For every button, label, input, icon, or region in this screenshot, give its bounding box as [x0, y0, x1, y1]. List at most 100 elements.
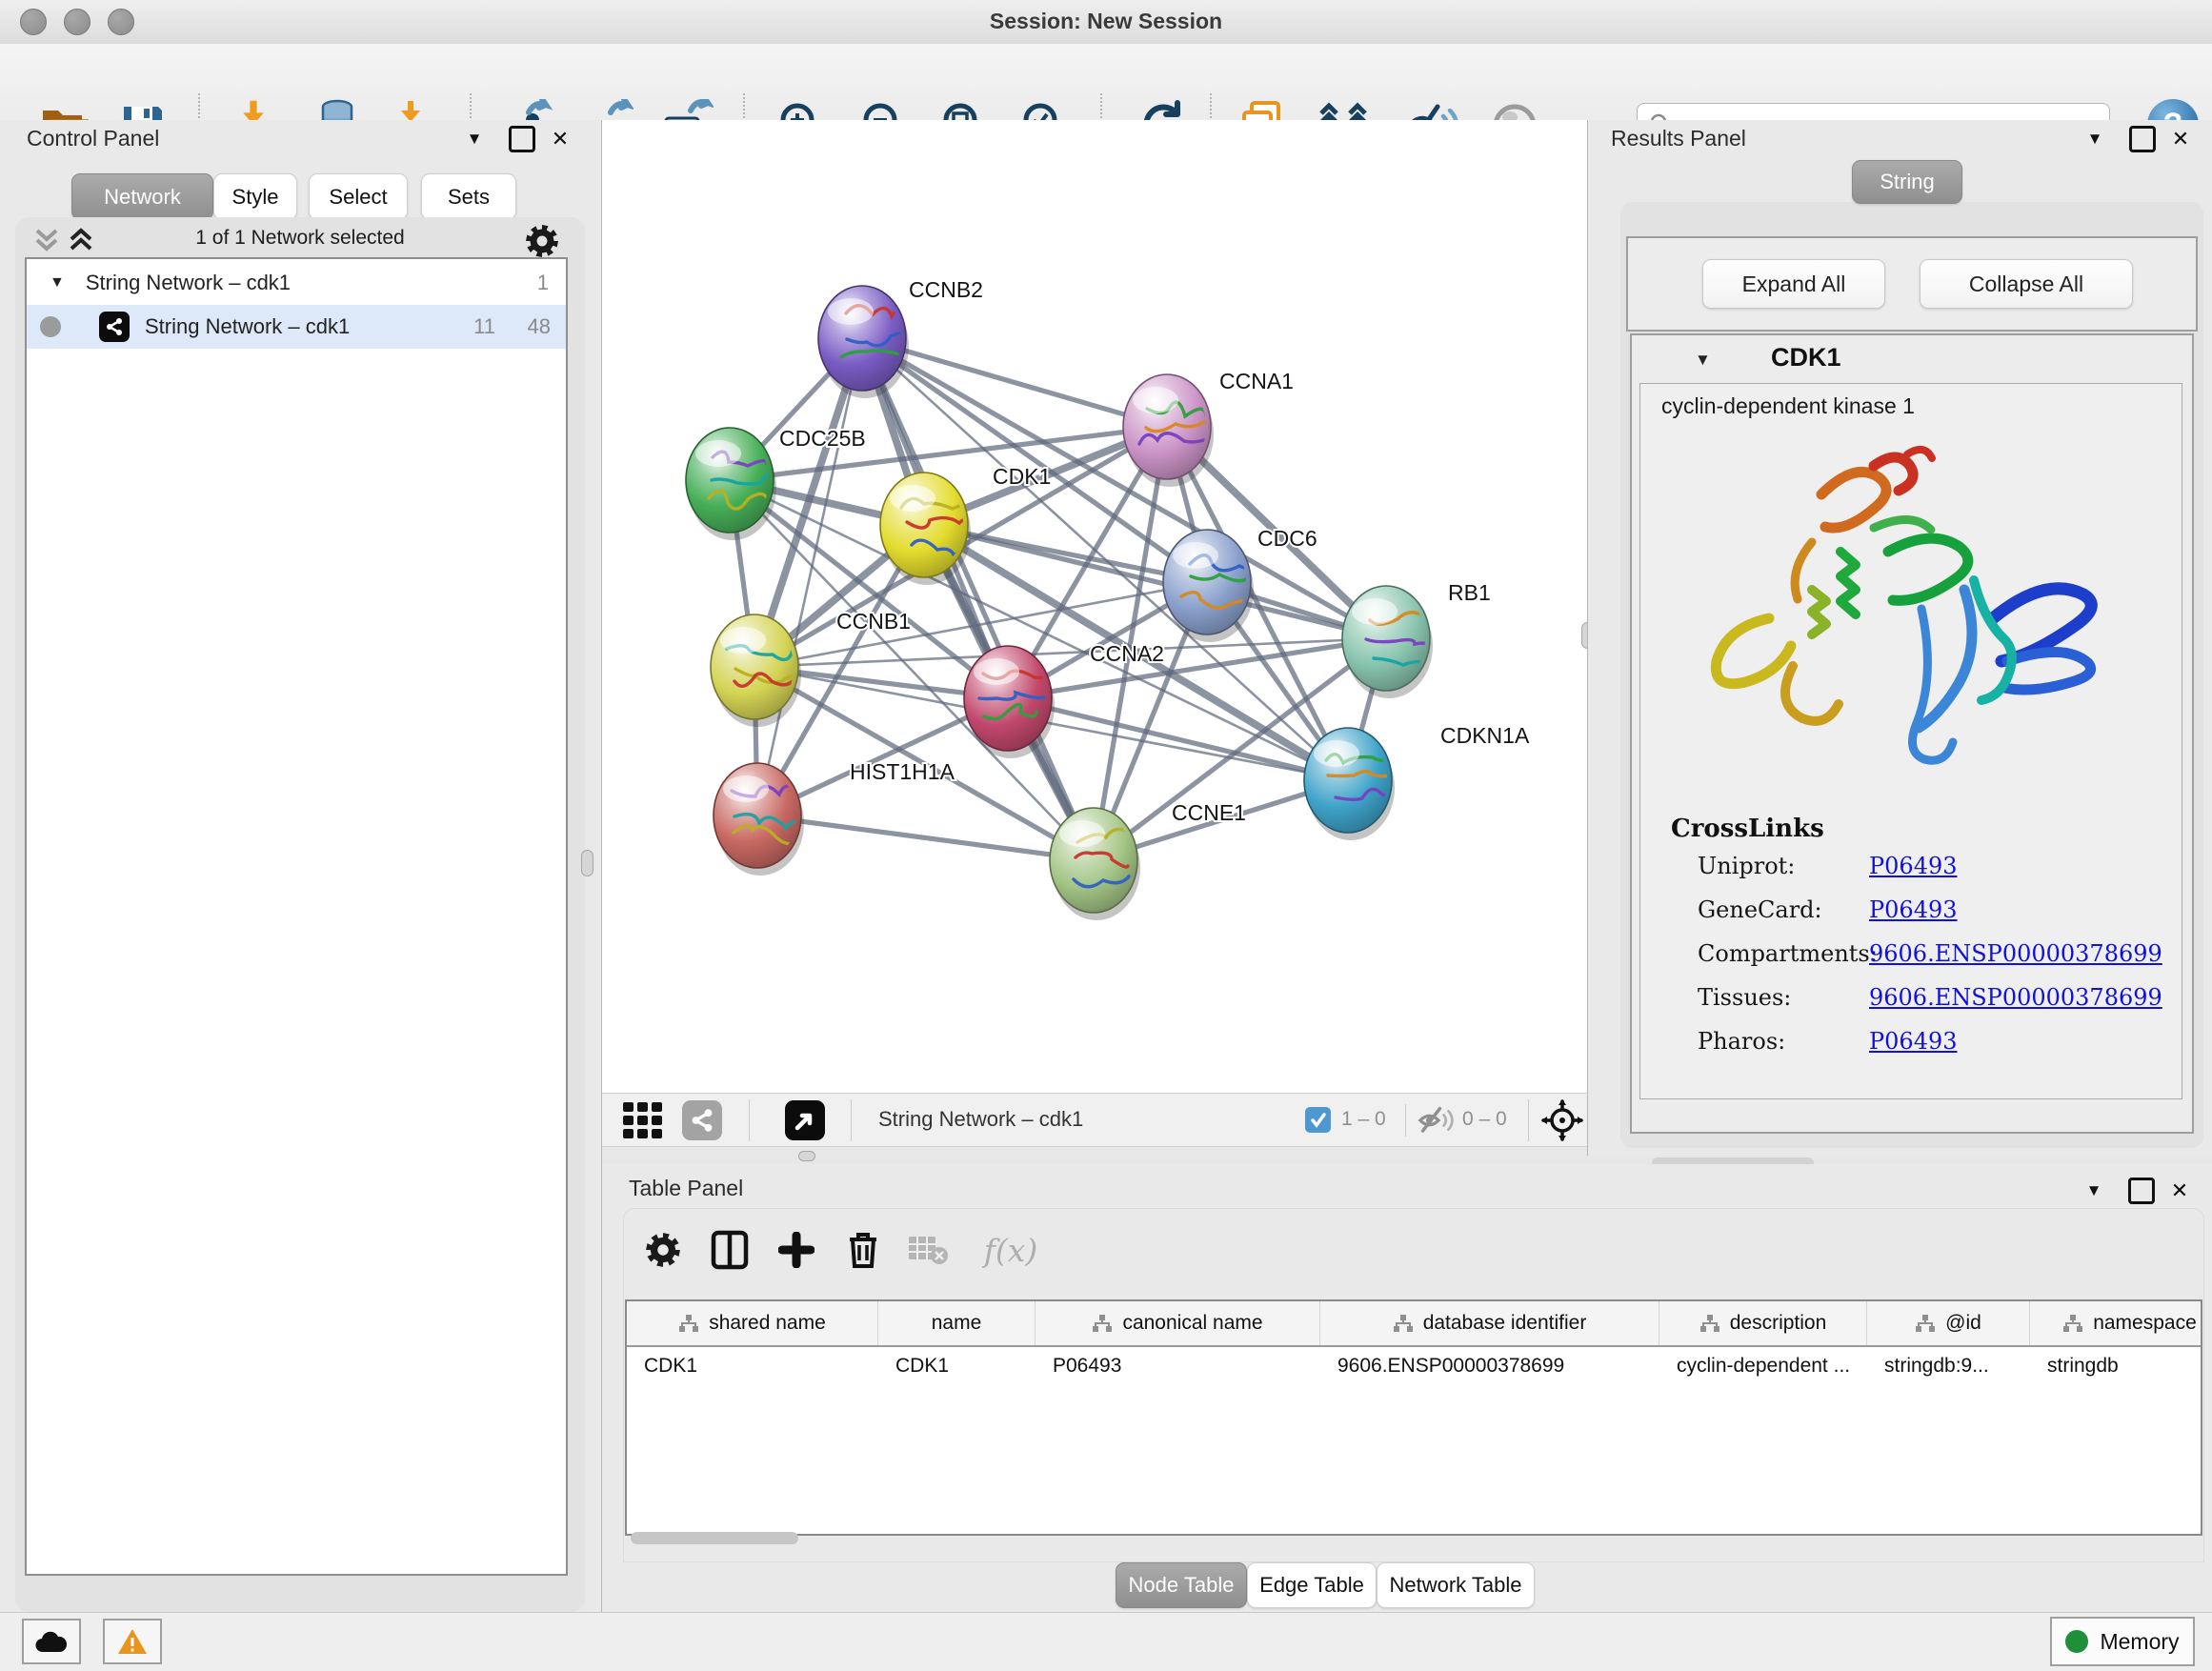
panel-menu-icon[interactable]: ▼: [455, 120, 493, 158]
node-label: CCNB1: [836, 609, 911, 634]
tab-network-table[interactable]: Network Table: [1377, 1562, 1535, 1608]
crosslink-label: GeneCard:: [1698, 896, 1822, 923]
table-cell[interactable]: 9606.ENSP00000378699: [1320, 1345, 1659, 1387]
table-cell[interactable]: cyclin-dependent ...: [1659, 1345, 1867, 1387]
table-cell[interactable]: P06493: [1036, 1345, 1320, 1387]
node-label: CDKN1A: [1440, 723, 1530, 748]
network-node-ccnb1[interactable]: CCNB1: [711, 609, 911, 727]
selected-nodes-checkbox-icon[interactable]: [1305, 1107, 1331, 1133]
tab-select[interactable]: Select: [309, 173, 408, 220]
float-panel-icon[interactable]: [503, 120, 541, 158]
network-row-selected[interactable]: String Network – cdk1 11 48: [27, 305, 566, 349]
network-options-gear-icon[interactable]: [524, 223, 560, 259]
network-collection-row[interactable]: ▼ String Network – cdk1 1: [27, 261, 566, 305]
column-header-namespace[interactable]: namespace: [2030, 1301, 2202, 1345]
gene-description: cyclin-dependent kinase 1: [1661, 393, 1915, 419]
column-header-description[interactable]: description: [1659, 1301, 1867, 1345]
network-node-cdkn1a[interactable]: CDKN1A: [1304, 723, 1530, 840]
table-hscrollbar-thumb[interactable]: [631, 1532, 798, 1544]
column-header-canonical-name[interactable]: canonical name: [1036, 1301, 1320, 1345]
network-node-hist1h1a[interactable]: HIST1H1A: [714, 759, 955, 876]
collapse-all-button[interactable]: Collapse All: [1920, 259, 2133, 309]
crosslink-row: Pharos: P06493: [1698, 1028, 2174, 1072]
network-node-rb1[interactable]: RB1: [1342, 580, 1491, 698]
column-type-icon: [1699, 1314, 1720, 1333]
column-label: shared name: [709, 1312, 826, 1335]
collection-expander-icon[interactable]: ▼: [50, 274, 65, 292]
panel-menu-icon[interactable]: ▼: [2075, 1172, 2113, 1210]
network-canvas[interactable]: CCNB2CCNA1CDC25BCDK1CDC6RB1CCNB1CCNA2CDK…: [602, 120, 1587, 1093]
table-cell[interactable]: stringdb:9...: [1867, 1345, 2030, 1387]
hidden-elements-icon[interactable]: [1418, 1105, 1456, 1136]
control-panel-title: Control Panel: [27, 126, 159, 151]
crosslink-link[interactable]: P06493: [1869, 853, 1958, 879]
tab-node-table[interactable]: Node Table: [1116, 1562, 1247, 1608]
column-header--id[interactable]: @id: [1867, 1301, 2030, 1345]
tab-edge-table[interactable]: Edge Table: [1247, 1562, 1377, 1608]
crosslink-link[interactable]: P06493: [1869, 1028, 1958, 1055]
crosslink-link[interactable]: P06493: [1869, 896, 1958, 923]
grid-view-icon[interactable]: [621, 1100, 665, 1140]
birds-eye-view-icon[interactable]: [1541, 1099, 1583, 1141]
results-panel-title: Results Panel: [1611, 126, 1746, 151]
delete-column-icon[interactable]: [836, 1223, 890, 1277]
toolbar-separator: [1405, 1104, 1406, 1137]
column-header-name[interactable]: name: [878, 1301, 1036, 1345]
panel-menu-icon[interactable]: ▼: [2076, 120, 2114, 158]
crosslink-link[interactable]: 9606.ENSP00000378699: [1869, 940, 2162, 967]
table-cell[interactable]: stringdb: [2030, 1345, 2202, 1387]
collapse-gene-icon[interactable]: ▼: [1695, 351, 1711, 370]
title-bar: Session: New Session: [0, 0, 2212, 45]
cloud-status-icon[interactable]: [22, 1619, 81, 1664]
network-node-cdc25b[interactable]: CDC25B: [686, 426, 866, 540]
network-status-dot-icon: [40, 316, 61, 337]
delete-table-icon[interactable]: [901, 1223, 955, 1277]
close-panel-icon[interactable]: ✕: [541, 120, 579, 158]
memory-ok-icon: [2065, 1630, 2088, 1653]
show-columns-icon[interactable]: [703, 1223, 756, 1277]
network-edge[interactable]: [757, 815, 1094, 860]
expand-all-button[interactable]: Expand All: [1702, 259, 1885, 309]
splitter-handle[interactable]: [798, 1151, 815, 1161]
table-panel: Table Panel ▼ ✕: [602, 1164, 2212, 1612]
gene-header[interactable]: ▼ CDK1: [1632, 335, 2192, 383]
node-label: CCNE1: [1172, 800, 1246, 825]
network-view-toolbar: String Network – cdk1 1 – 0 0 – 0: [602, 1093, 1587, 1147]
network-type-icon[interactable]: [682, 1100, 722, 1140]
node-label: CDK1: [993, 464, 1051, 489]
create-column-icon[interactable]: [770, 1223, 823, 1277]
tab-string[interactable]: String: [1852, 160, 1962, 204]
column-label: canonical name: [1122, 1312, 1262, 1335]
column-label: database identifier: [1423, 1312, 1587, 1335]
tab-sets[interactable]: Sets: [421, 173, 516, 220]
memory-status-button[interactable]: Memory: [2050, 1617, 2195, 1666]
crosslink-row: Uniprot:P06493: [1698, 853, 2174, 896]
column-header-shared-name[interactable]: shared name: [627, 1301, 878, 1345]
tab-network[interactable]: Network: [71, 173, 213, 220]
crosslink-label: Pharos:: [1698, 1028, 1785, 1055]
float-panel-icon[interactable]: [2122, 1172, 2161, 1210]
column-type-icon: [1915, 1314, 1936, 1333]
close-panel-icon[interactable]: ✕: [2162, 120, 2200, 158]
table-cell[interactable]: CDK1: [627, 1345, 878, 1387]
open-in-new-window-icon[interactable]: [785, 1100, 825, 1140]
control-splitter-handle[interactable]: [581, 850, 593, 876]
network-node-ccnb2[interactable]: CCNB2: [818, 277, 983, 398]
column-header-database-identifier[interactable]: database identifier: [1320, 1301, 1659, 1345]
table-options-gear-icon[interactable]: [636, 1223, 690, 1277]
function-builder-icon[interactable]: f(x): [968, 1223, 1054, 1277]
warnings-icon[interactable]: [103, 1619, 162, 1664]
float-panel-icon[interactable]: [2123, 120, 2162, 158]
table-cell[interactable]: CDK1: [878, 1345, 1036, 1387]
close-panel-icon[interactable]: ✕: [2161, 1172, 2199, 1210]
string-network-graph[interactable]: CCNB2CCNA1CDC25BCDK1CDC6RB1CCNB1CCNA2CDK…: [602, 120, 1587, 1093]
network-edge[interactable]: [757, 338, 862, 815]
network-selection-status: 1 of 1 Network selected: [15, 227, 585, 250]
network-node-ccna2[interactable]: CCNA2: [964, 641, 1164, 758]
node-table[interactable]: shared name name canonical name database id…: [625, 1299, 2202, 1536]
crosslink-link[interactable]: 9606.ENSP00000378699: [1869, 984, 2162, 1011]
node-label: HIST1H1A: [850, 759, 955, 784]
node-label: CCNB2: [909, 277, 983, 302]
table-header-row: shared name name canonical name database id…: [627, 1301, 2201, 1347]
tab-style[interactable]: Style: [213, 173, 297, 220]
